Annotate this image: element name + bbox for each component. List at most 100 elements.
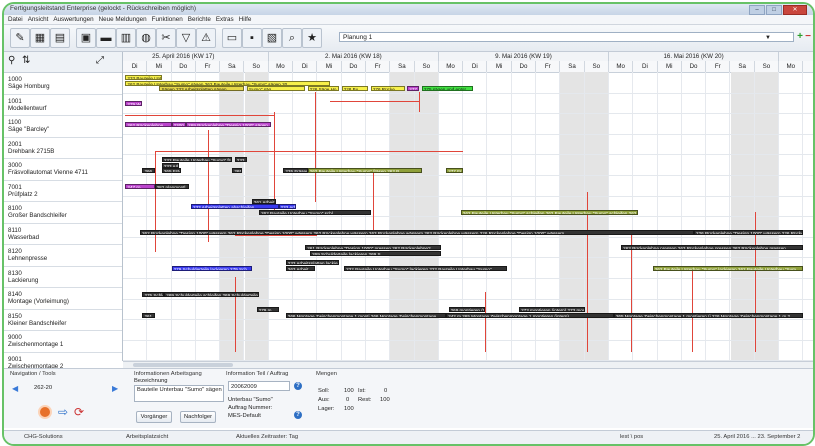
resource-row[interactable]: 8150 Kleiner Bandschleifer xyxy=(4,310,122,331)
expand-icon[interactable]: ⤢ xyxy=(96,55,104,66)
gantt-bar[interactable]: 269 Schulderteile lackieren 269 S xyxy=(310,250,442,256)
resource-row[interactable]: 2001 Drehbank 2715B xyxy=(4,138,122,159)
gantt-bar[interactable]: 269 Schulderteile schleifen 269 Schulder… xyxy=(164,292,260,297)
gantt-bar[interactable]: 273 montieren (intern) 273 montier xyxy=(519,307,585,313)
gantt-bar[interactable]: 262 Bauteile Unterbau "Sumo" schleifen 2… xyxy=(460,209,639,215)
menu-hilfe[interactable]: Hilfe xyxy=(239,15,252,24)
resource-row[interactable]: 1001 Modellentwurf xyxy=(4,95,122,116)
gantt-bar[interactable]: 282 planmontl xyxy=(154,183,189,189)
search-icon[interactable]: ⌕ xyxy=(282,28,302,48)
resource-row[interactable]: 3000 Fräsvollautomat Vienne 4711 xyxy=(4,159,122,181)
floppy-icon[interactable]: ▪ xyxy=(242,28,262,48)
gantt-bar[interactable]: 261 Arbeit xyxy=(251,198,277,204)
gantt-bar[interactable]: 233 Arbei xyxy=(161,162,179,168)
operation-name-field[interactable]: Bauteile Unterbau "Sumo" sägen xyxy=(134,385,224,402)
gantt-bar[interactable]: 233 Arbeitsplatten lackiere xyxy=(285,260,340,266)
zoom-icon[interactable]: ⚲ xyxy=(8,55,15,66)
globe-icon[interactable]: ◍ xyxy=(136,28,156,48)
close-button[interactable]: ✕ xyxy=(783,5,807,15)
gantt-bar[interactable]: 265 xyxy=(232,168,243,174)
gantt-bar[interactable]: 279 W xyxy=(125,101,143,107)
gantt-bar[interactable]: 247 ro xyxy=(125,183,155,189)
menu-berichte[interactable]: Berichte xyxy=(188,15,211,24)
monitor-icon[interactable]: ▭ xyxy=(222,28,242,48)
grid-icon[interactable]: ▥ xyxy=(116,28,136,48)
successor-button[interactable]: Nachfolger xyxy=(180,411,216,423)
resource-row[interactable]: 7001 Prüfplatz 2 xyxy=(4,181,122,202)
gantt-bar[interactable]: Sägen 233 Arbeitsplatten sägen xyxy=(159,86,245,91)
plan-select[interactable]: Planung 1 ▼ xyxy=(339,32,794,42)
nav-next-icon[interactable]: ▶ xyxy=(112,384,118,393)
chart-icon[interactable]: ▦ xyxy=(30,28,50,48)
export-icon[interactable]: ⇨ xyxy=(58,405,68,419)
gantt-bar[interactable]: 276 Rücke xyxy=(370,86,405,91)
remove-plan-icon[interactable]: − xyxy=(805,31,811,42)
gantt-bar[interactable]: 242 m 265 Montage Zwischenmontage 1 mont… xyxy=(446,312,614,318)
minimize-button[interactable]: – xyxy=(749,5,765,15)
gantt-bar[interactable]: 279 Schulderteile lackieren 279 Sch xyxy=(171,265,252,271)
gantt-bar[interactable]: 262 Rückenlehne xyxy=(125,121,172,127)
tools-icon[interactable]: ✂ xyxy=(156,28,176,48)
gantt-bar[interactable]: 263 Rückenlehne pressen 263 Rückenlehne … xyxy=(621,245,804,251)
resource-row[interactable]: 8120 Lehnenpresse xyxy=(4,245,122,267)
resource-row[interactable]: 8110 Wasserbad xyxy=(4,224,122,245)
menu-funktionen[interactable]: Funktionen xyxy=(152,15,183,24)
gantt-bar[interactable]: 233 Ra xyxy=(234,157,247,163)
gantt-bar[interactable]: 233 Arb xyxy=(278,204,296,210)
warning-icon[interactable]: ⚠ xyxy=(196,28,216,48)
gantt-bar[interactable]: 232 Bauteile Unterbau "Sumo" fräsen xyxy=(161,157,233,163)
gantt-bar[interactable]: 279 m xyxy=(256,307,279,313)
gantt-bar[interactable]: 262 Bauteile Unterbau "Sumo" lackieren 2… xyxy=(652,265,804,271)
target-icon[interactable] xyxy=(38,405,52,419)
gantt-bar[interactable]: 269 Rückenlehne "Dessig 1000" sägen xyxy=(186,121,272,127)
gantt-bar[interactable]: Sumo" säg xyxy=(246,86,306,91)
menu-extras[interactable]: Extras xyxy=(216,15,234,24)
gantt-bar[interactable]: 261 xyxy=(142,312,155,318)
calendar-icon[interactable]: ▤ xyxy=(50,28,70,48)
save-icon[interactable]: ▣ xyxy=(76,28,96,48)
scrollbar-thumb[interactable] xyxy=(133,363,233,367)
gantt-bar[interactable]: 233 Bauteile Unterb xyxy=(125,75,162,80)
gantt-bar[interactable]: 262 Bauteile Unterbau "Sumo" sägen 262 B… xyxy=(125,80,330,86)
predecessor-button[interactable]: Vorgänger xyxy=(136,411,172,423)
filter-icon[interactable]: ▽ xyxy=(176,28,196,48)
gantt-bar[interactable]: 266 xyxy=(142,168,155,174)
menu-ansicht[interactable]: Ansicht xyxy=(28,15,49,24)
gantt-bar[interactable]: 269 montieren (t xyxy=(448,307,486,313)
resource-row[interactable]: 1100 Säge "Barcley" xyxy=(4,116,122,138)
gantt-bar[interactable]: 2300 Säg xyxy=(171,121,187,127)
nav-prev-icon[interactable]: ◀ xyxy=(12,384,18,393)
gantt-bar[interactable]: 266 Montage Zwischenmontage 1 monti 266 … xyxy=(285,312,447,318)
menu-auswertungen[interactable]: Auswertungen xyxy=(53,15,93,24)
gantt-bar[interactable]: 228 Bu xyxy=(341,86,369,91)
sort-icon[interactable]: ⇅ xyxy=(22,55,30,66)
star-icon[interactable]: ★ xyxy=(302,28,322,48)
resource-row[interactable]: 1000 Säge Homburg xyxy=(4,73,122,95)
help-icon-2[interactable]: ? xyxy=(294,411,302,419)
resource-row[interactable]: 9000 Zwischenmontage 1 xyxy=(4,331,122,353)
help-icon[interactable]: ? xyxy=(294,382,302,390)
resource-row[interactable]: 8140 Montage (Vorleimung) xyxy=(4,288,122,310)
gantt-bar[interactable]: 262 Rückenlehne "Design 1000" wässern 26… xyxy=(140,230,695,236)
report-icon[interactable]: ▧ xyxy=(262,28,282,48)
gantt-bar[interactable]: 232 Bauteile Unterbau "Sumo" lackieren 2… xyxy=(344,265,507,271)
resource-row[interactable]: 8100 Großer Bandschleifer xyxy=(4,202,122,224)
menu-datei[interactable]: Datei xyxy=(8,15,23,24)
menu-neue-meldungen[interactable]: Neue Meldungen xyxy=(99,15,147,24)
gantt-bar[interactable]: 262 Bauteile Unterbau "Sumo" fräsen 262 … xyxy=(307,168,422,174)
gantt-bar[interactable]: 261 Rückenlehne "Design 1000" pressen 26… xyxy=(305,245,442,251)
gantt-bar[interactable]: 277 Fr xyxy=(446,168,464,174)
gantt-bar[interactable]: 263 Arbeit xyxy=(285,265,315,271)
gantt-bar[interactable]: 275 Schleif xyxy=(142,292,165,297)
gantt-bar[interactable]: 233 Arbeitsplatten abschleifen xyxy=(191,204,279,210)
order-number-field[interactable]: 20062009 xyxy=(228,381,290,391)
resource-row[interactable]: 8130 Lackierung xyxy=(4,267,122,288)
gantt-bar[interactable]: 235 Fräsen xyxy=(283,168,308,174)
gantt-bar[interactable]: 265 Montage Zwischenmontage 1 montieren … xyxy=(613,312,804,318)
add-plan-icon[interactable]: + xyxy=(797,31,803,42)
maximize-button[interactable]: □ xyxy=(766,5,782,15)
horizontal-scrollbar[interactable] xyxy=(123,361,813,368)
edit-icon[interactable]: ✎ xyxy=(10,28,30,48)
gantt-bar[interactable]: 265 Fräs xyxy=(161,168,182,174)
gantt-bar[interactable]: 262 Bauteile Unterbau "Sumo" schl xyxy=(259,209,371,215)
